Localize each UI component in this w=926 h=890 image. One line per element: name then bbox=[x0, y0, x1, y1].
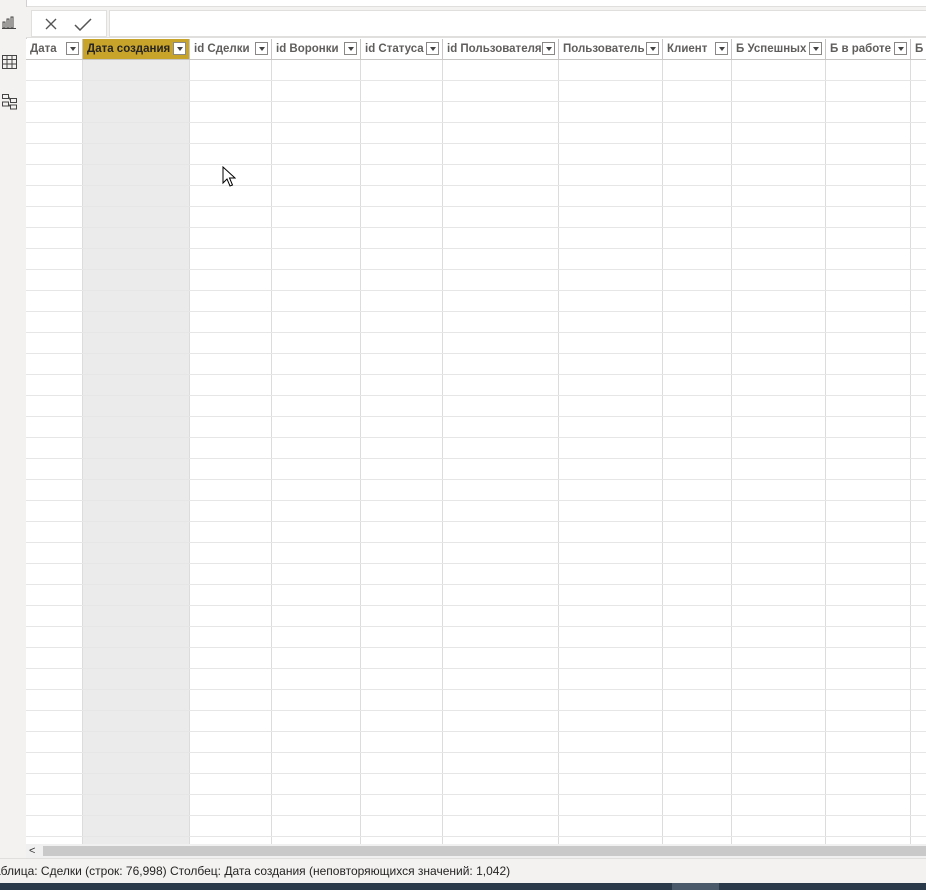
table-row bbox=[26, 647, 926, 648]
filter-dropdown-icon[interactable] bbox=[715, 42, 728, 55]
table-row bbox=[26, 395, 926, 396]
table-row bbox=[26, 752, 926, 753]
table-row bbox=[26, 437, 926, 438]
column-header[interactable]: Б Успешных bbox=[732, 39, 826, 60]
column-header[interactable]: id Сделки bbox=[190, 39, 272, 60]
column-divider bbox=[189, 60, 190, 844]
table-row bbox=[26, 542, 926, 543]
scrollbar-thumb[interactable] bbox=[43, 846, 926, 856]
filter-dropdown-icon[interactable] bbox=[809, 42, 822, 55]
column-header-label: Пользователь bbox=[563, 43, 645, 55]
table-row bbox=[26, 794, 926, 795]
table-row bbox=[26, 710, 926, 711]
column-header-label: Дата создания bbox=[87, 43, 171, 55]
formula-bar-buttons bbox=[31, 10, 107, 37]
table-row bbox=[26, 500, 926, 501]
table-row bbox=[26, 332, 926, 333]
column-divider bbox=[360, 60, 361, 844]
filter-dropdown-icon[interactable] bbox=[66, 42, 79, 55]
table-row bbox=[26, 290, 926, 291]
status-bar: аблица: Сделки (строк: 76,998) Столбец: … bbox=[0, 858, 926, 884]
column-divider bbox=[825, 60, 826, 844]
table-row bbox=[26, 80, 926, 81]
column-header-label: id Статуса bbox=[365, 43, 424, 55]
column-divider bbox=[442, 60, 443, 844]
table-row bbox=[26, 311, 926, 312]
column-header-label: id Сделки bbox=[194, 43, 250, 55]
table-row bbox=[26, 269, 926, 270]
filter-dropdown-icon[interactable] bbox=[173, 42, 186, 55]
column-header[interactable]: id Воронки bbox=[272, 39, 361, 60]
table-row bbox=[26, 815, 926, 816]
data-view-icon[interactable] bbox=[0, 52, 18, 72]
view-rail bbox=[0, 0, 27, 858]
table-row bbox=[26, 122, 926, 123]
table-row bbox=[26, 143, 926, 144]
column-header-label: id Воронки bbox=[276, 43, 339, 55]
column-header[interactable]: Клиент bbox=[663, 39, 732, 60]
scroll-left-button[interactable]: < bbox=[29, 845, 39, 857]
taskbar bbox=[0, 883, 926, 890]
data-grid: Дата Дата создания id Сделки id Воронки id С… bbox=[26, 39, 926, 844]
mouse-cursor-icon bbox=[222, 166, 236, 187]
table-row bbox=[26, 185, 926, 186]
filter-dropdown-icon[interactable] bbox=[646, 42, 659, 55]
ribbon-edge bbox=[0, 0, 926, 7]
grid-body[interactable] bbox=[26, 60, 926, 844]
table-row bbox=[26, 668, 926, 669]
table-row bbox=[26, 227, 926, 228]
table-row bbox=[26, 563, 926, 564]
table-row bbox=[26, 416, 926, 417]
formula-input[interactable] bbox=[109, 10, 926, 37]
column-header[interactable]: Дата bbox=[26, 39, 83, 60]
table-row bbox=[26, 521, 926, 522]
column-header-label: Б Успешных bbox=[736, 43, 807, 55]
close-icon[interactable] bbox=[38, 14, 64, 34]
table-row bbox=[26, 689, 926, 690]
column-header-label: Клиент bbox=[667, 43, 708, 55]
taskbar-active-item[interactable] bbox=[672, 883, 719, 890]
table-row bbox=[26, 374, 926, 375]
table-row bbox=[26, 101, 926, 102]
filter-dropdown-icon[interactable] bbox=[542, 42, 555, 55]
column-header[interactable]: id Пользователя bbox=[443, 39, 559, 60]
column-header[interactable]: Дата создания bbox=[83, 39, 190, 60]
filter-dropdown-icon[interactable] bbox=[255, 42, 268, 55]
filter-dropdown-icon[interactable] bbox=[426, 42, 439, 55]
formula-bar bbox=[26, 7, 926, 38]
column-header-label: Дата bbox=[30, 43, 57, 55]
column-header[interactable]: id Статуса bbox=[361, 39, 443, 60]
report-view-icon[interactable] bbox=[0, 12, 18, 32]
column-header-label: id Пользователя bbox=[447, 43, 542, 55]
column-header-label: Б в работе bbox=[830, 43, 892, 55]
table-row bbox=[26, 206, 926, 207]
column-header[interactable]: Б bbox=[911, 39, 926, 60]
column-header[interactable]: Пользователь bbox=[559, 39, 663, 60]
column-divider bbox=[558, 60, 559, 844]
horizontal-scrollbar[interactable]: < bbox=[26, 844, 926, 858]
model-view-icon[interactable] bbox=[0, 92, 18, 112]
column-header[interactable]: Б в работе bbox=[826, 39, 911, 60]
table-row bbox=[26, 353, 926, 354]
filter-dropdown-icon[interactable] bbox=[344, 42, 357, 55]
table-row bbox=[26, 773, 926, 774]
table-row bbox=[26, 584, 926, 585]
table-row bbox=[26, 836, 926, 837]
column-divider bbox=[662, 60, 663, 844]
table-row bbox=[26, 626, 926, 627]
column-header-label: Б bbox=[915, 43, 924, 55]
table-row bbox=[26, 605, 926, 606]
table-row bbox=[26, 248, 926, 249]
selected-column[interactable] bbox=[83, 60, 190, 844]
checkmark-icon[interactable] bbox=[70, 14, 96, 34]
filter-dropdown-icon[interactable] bbox=[894, 42, 907, 55]
table-row bbox=[26, 731, 926, 732]
column-divider bbox=[910, 60, 911, 844]
table-row bbox=[26, 479, 926, 480]
column-divider bbox=[731, 60, 732, 844]
table-row bbox=[26, 164, 926, 165]
status-text: аблица: Сделки (строк: 76,998) Столбец: … bbox=[0, 864, 511, 878]
table-row bbox=[26, 458, 926, 459]
column-divider bbox=[271, 60, 272, 844]
